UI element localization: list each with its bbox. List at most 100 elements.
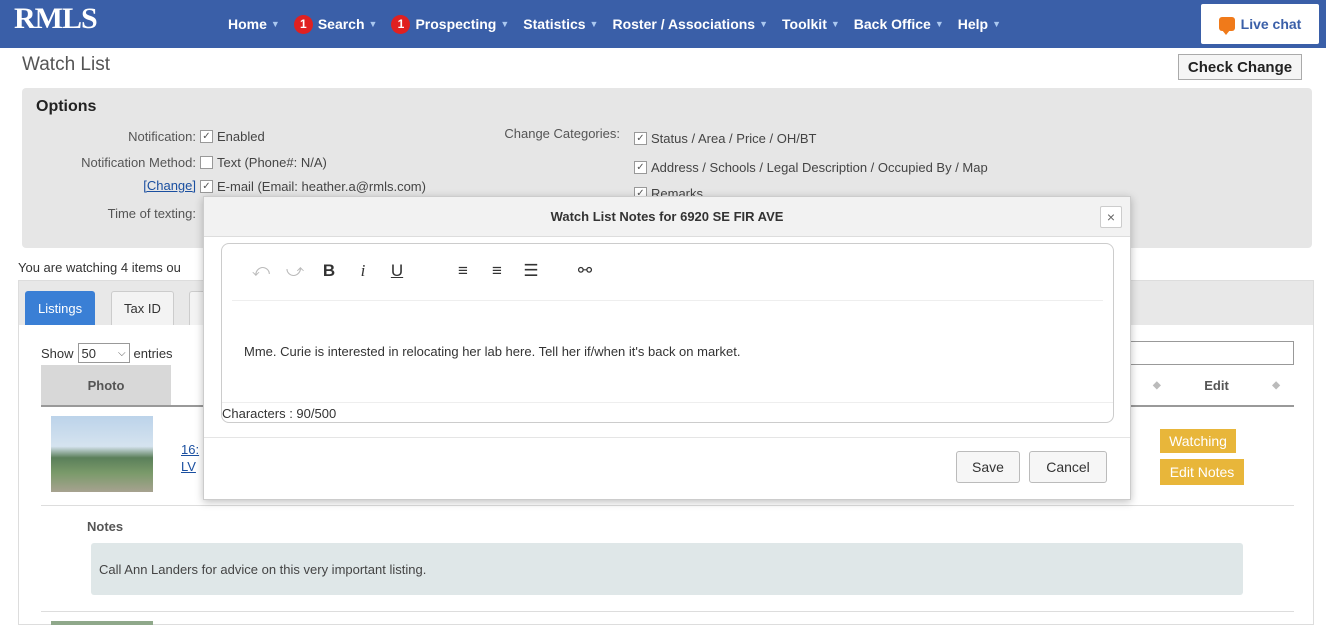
- listing-link-line2: LV: [181, 459, 196, 474]
- method-text[interactable]: Text (Phone#: N/A): [200, 155, 327, 170]
- sort-icon: ◆: [1272, 379, 1280, 391]
- listing-photo[interactable]: [51, 621, 153, 625]
- listing-link[interactable]: 16: LV: [181, 441, 199, 475]
- italic-icon[interactable]: i: [346, 256, 380, 286]
- texting-label: Time of texting:: [107, 206, 196, 221]
- checkbox-unchecked-icon[interactable]: [200, 156, 213, 169]
- nav-search[interactable]: 1 Search ▼: [293, 14, 378, 34]
- nav-home-label: Home: [228, 16, 267, 32]
- column-header-photo[interactable]: Photo: [41, 365, 171, 405]
- nav-back-office[interactable]: Back Office ▼: [854, 16, 944, 32]
- toolbar-divider: [232, 300, 1103, 301]
- caret-down-icon: ▼: [270, 19, 280, 29]
- close-icon[interactable]: ×: [1100, 206, 1122, 228]
- show-label: Show: [41, 345, 74, 361]
- save-button[interactable]: Save: [956, 451, 1020, 483]
- nav-roster[interactable]: Roster / Associations ▼: [612, 16, 768, 32]
- column-header-edit[interactable]: ◆ Edit ◆: [1139, 365, 1294, 405]
- notification-enabled-label: Enabled: [217, 129, 265, 144]
- caret-down-icon: ▼: [934, 19, 944, 29]
- check-change-button[interactable]: Check Change: [1178, 54, 1302, 80]
- listing-photo[interactable]: [51, 416, 153, 492]
- rmls-logo[interactable]: RMLS: [14, 2, 98, 36]
- caret-down-icon: ▼: [830, 19, 840, 29]
- tab-listings[interactable]: Listings: [25, 291, 96, 325]
- editor-toolbar: ⤺ ⤻ B i U ≡ ≡ ☰ ⚯: [244, 256, 602, 286]
- bold-icon[interactable]: B: [312, 256, 346, 286]
- live-chat-button[interactable]: Live chat: [1200, 3, 1320, 45]
- caret-down-icon: ▼: [589, 19, 599, 29]
- nav-statistics-label: Statistics: [523, 16, 586, 32]
- cancel-button[interactable]: Cancel: [1029, 451, 1107, 483]
- nav-home[interactable]: Home ▼: [228, 16, 280, 32]
- category-status[interactable]: ✓ Status / Area / Price / OH/BT: [634, 131, 816, 146]
- checkbox-checked-icon[interactable]: ✓: [200, 130, 213, 143]
- note-body-text[interactable]: Mme. Curie is interested in relocating h…: [244, 344, 740, 359]
- nav-prospecting-label: Prospecting: [415, 16, 497, 32]
- category-address[interactable]: ✓ Address / Schools / Legal Description /…: [634, 160, 988, 175]
- nav-search-label: Search: [317, 16, 365, 32]
- editor-divider: [222, 402, 1113, 403]
- checkbox-checked-icon[interactable]: ✓: [634, 161, 647, 174]
- top-nav: RMLS Home ▼ 1 Search ▼ 1 Prospecting ▼ Statis…: [0, 0, 1326, 48]
- category-label: Status / Area / Price / OH/BT: [651, 131, 817, 146]
- watch-list-notes-dialog: Watch List Notes for 6920 SE FIR AVE × ⤺…: [203, 196, 1131, 500]
- entries-value: 50: [81, 345, 96, 361]
- redo-icon[interactable]: ⤻: [278, 256, 312, 286]
- caret-down-icon: ▼: [368, 19, 378, 29]
- live-chat-label: Live chat: [1240, 16, 1302, 32]
- notification-badge: 1: [391, 14, 411, 34]
- nav-menu: Home ▼ 1 Search ▼ 1 Prospecting ▼ Statistics ▼…: [228, 0, 1015, 48]
- nav-toolkit[interactable]: Toolkit ▼: [782, 16, 840, 32]
- tab-tax-id[interactable]: Tax ID: [111, 291, 174, 325]
- caret-down-icon: ▼: [759, 19, 769, 29]
- method-email-label: E-mail (Email: heather.a@rmls.com): [217, 179, 426, 194]
- nav-roster-label: Roster / Associations: [612, 16, 756, 32]
- show-entries: Show 50 ⌵ entries: [41, 343, 173, 363]
- nav-help-label: Help: [957, 16, 989, 32]
- align-left-icon[interactable]: ≡: [446, 256, 480, 286]
- undo-icon[interactable]: ⤺: [244, 256, 278, 286]
- nav-back-office-label: Back Office: [853, 16, 931, 32]
- method-email[interactable]: ✓ E-mail (Email: heather.a@rmls.com): [200, 179, 426, 194]
- notes-label: Notes: [87, 519, 124, 534]
- checkbox-checked-icon[interactable]: ✓: [200, 180, 213, 193]
- underline-icon[interactable]: U: [380, 256, 414, 286]
- change-link[interactable]: [Change]: [122, 178, 196, 193]
- character-count: Characters : 90/500: [222, 406, 337, 421]
- listing-link-line1: 16:: [181, 442, 200, 457]
- categories-label: Change Categories:: [504, 126, 620, 141]
- caret-down-icon: ▼: [500, 19, 510, 29]
- nav-help[interactable]: Help ▼: [958, 16, 1001, 32]
- edit-notes-button[interactable]: Edit Notes: [1160, 459, 1244, 485]
- notes-editor[interactable]: ⤺ ⤻ B i U ≡ ≡ ☰ ⚯ Mme. Curie is interest…: [221, 243, 1114, 423]
- align-center-icon[interactable]: ≡: [480, 256, 514, 286]
- watching-count-text: You are watching 4 items ou: [18, 260, 181, 275]
- chat-bubble-icon: [1218, 17, 1235, 35]
- notes-text: Call Ann Landers for advice on this very…: [91, 543, 1243, 595]
- dialog-title: Watch List Notes for 6920 SE FIR AVE: [204, 197, 1130, 237]
- notification-enabled[interactable]: ✓ Enabled: [200, 129, 265, 144]
- watching-button[interactable]: Watching: [1160, 429, 1236, 453]
- options-title: Options: [36, 98, 97, 115]
- page-title: Watch List: [22, 54, 110, 75]
- row-divider: [41, 611, 1294, 612]
- chevron-down-icon: ⌵: [117, 347, 126, 359]
- method-label: Notification Method:: [81, 155, 196, 170]
- notification-label: Notification:: [128, 129, 196, 144]
- sort-icon: ◆: [1153, 379, 1161, 391]
- checkbox-checked-icon[interactable]: ✓: [634, 132, 647, 145]
- nav-prospecting[interactable]: 1 Prospecting ▼: [391, 14, 510, 34]
- caret-down-icon: ▼: [992, 19, 1002, 29]
- link-icon[interactable]: ⚯: [568, 256, 602, 286]
- numbered-list-icon[interactable]: ☰: [514, 256, 548, 286]
- notification-badge: 1: [293, 14, 313, 34]
- table-search-input[interactable]: [1129, 341, 1294, 365]
- method-text-label: Text (Phone#: N/A): [217, 155, 327, 170]
- column-edit-label: Edit: [1204, 377, 1229, 393]
- row-divider: [41, 505, 1294, 506]
- nav-statistics[interactable]: Statistics ▼: [523, 16, 598, 32]
- nav-toolkit-label: Toolkit: [782, 16, 827, 32]
- entries-label: entries: [133, 345, 173, 361]
- entries-select[interactable]: 50 ⌵: [77, 343, 130, 363]
